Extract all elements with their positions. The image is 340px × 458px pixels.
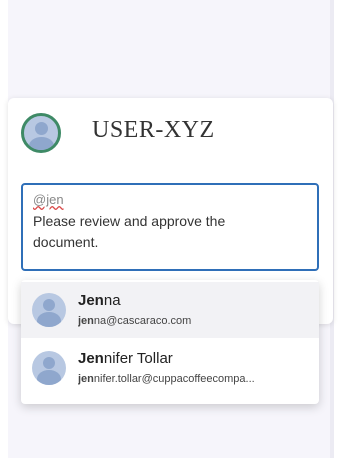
user-avatar-icon (32, 351, 66, 385)
suggestion-name: Jennifer Tollar (78, 350, 173, 367)
comment-message: Please review and approve the document. (33, 213, 226, 250)
author-name: USER-XYZ (92, 117, 215, 143)
comment-input[interactable]: @jen Please review and approve the docum… (21, 183, 319, 271)
user-avatar-icon (32, 293, 66, 327)
suggestion-item-jennifer-tollar[interactable]: Jennifer Tollar jennifer.tollar@cuppacof… (21, 340, 319, 396)
suggestion-email: jenna@cascaraco.com (78, 315, 192, 327)
suggestion-item-jenna[interactable]: Jenna jenna@cascaraco.com (21, 282, 319, 338)
suggestion-name: Jenna (78, 292, 121, 309)
mention-suggestions-dropdown: Jenna jenna@cascaraco.com Jennifer Tolla… (21, 280, 319, 404)
suggestion-email: jennifer.tollar@cuppacoffeecompa... (78, 373, 255, 385)
author-avatar-icon (21, 113, 61, 153)
mention-text: @jen (33, 192, 64, 207)
